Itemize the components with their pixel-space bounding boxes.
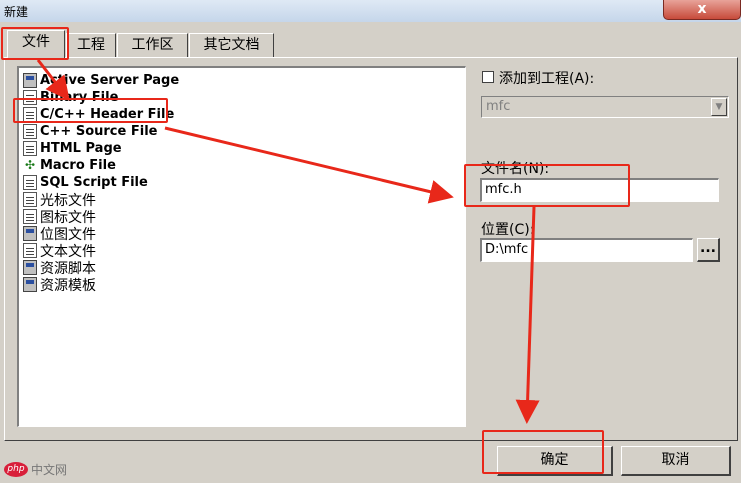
watermark-text: 中文网 bbox=[31, 463, 68, 477]
tab-file[interactable]: 文件 bbox=[7, 30, 65, 58]
arrow-filename-to-ok bbox=[515, 206, 540, 424]
watermark: php 中文网 bbox=[4, 461, 67, 478]
annotation-arrows bbox=[36, 59, 540, 424]
arrow-tab-to-header bbox=[36, 59, 70, 101]
arrow-header-to-filename bbox=[164, 126, 454, 204]
php-logo-icon: php bbox=[4, 462, 28, 477]
tab-label: 文件 bbox=[22, 34, 50, 50]
